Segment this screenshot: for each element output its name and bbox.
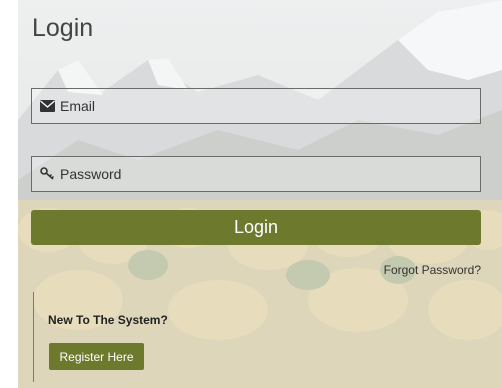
email-field[interactable]: Email bbox=[31, 88, 481, 124]
email-placeholder: Email bbox=[60, 98, 96, 114]
key-icon bbox=[40, 166, 56, 182]
forgot-password-link[interactable]: Forgot Password? bbox=[384, 263, 481, 277]
password-placeholder: Password bbox=[60, 166, 122, 182]
password-field[interactable]: Password bbox=[31, 156, 481, 192]
login-button[interactable]: Login bbox=[31, 210, 481, 245]
page-title: Login bbox=[32, 14, 94, 42]
register-prompt: New To The System? bbox=[48, 313, 168, 327]
envelope-icon bbox=[40, 98, 56, 114]
register-button[interactable]: Register Here bbox=[49, 343, 144, 370]
